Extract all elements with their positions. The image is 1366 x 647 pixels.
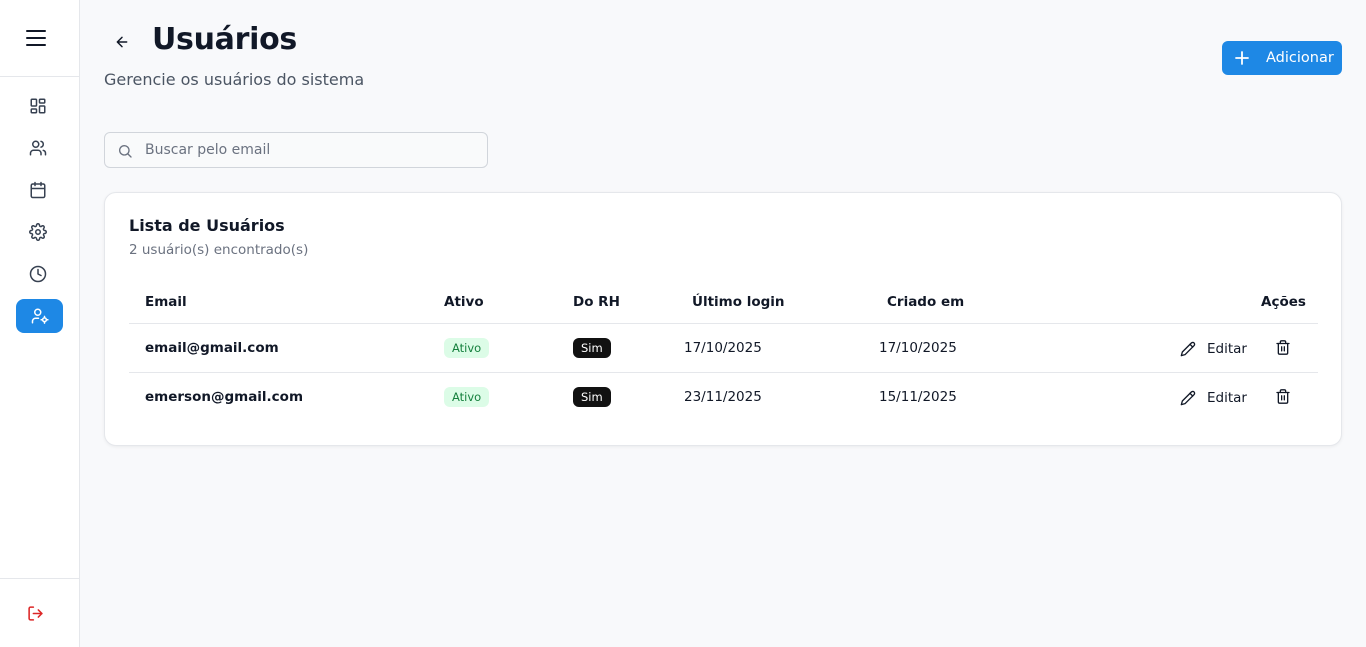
sidebar-item-history[interactable] (14, 257, 61, 291)
status-badge: Ativo (444, 387, 490, 407)
table-header: Email Ativo Do RH Último login Criado em… (129, 283, 1318, 324)
search-input[interactable] (105, 133, 487, 167)
sidebar (0, 0, 80, 647)
clock-icon (29, 265, 47, 283)
pencil-icon (1180, 341, 1196, 357)
hr-badge: Sim (573, 387, 611, 407)
sidebar-item-user-management[interactable] (16, 299, 63, 333)
table-row: emerson@gmail.com Ativo Sim 23/11/2025 1… (129, 373, 1318, 422)
users-card: Lista de Usuários 2 usuário(s) encontrad… (104, 192, 1342, 446)
add-user-button[interactable]: Adicionar (1222, 41, 1342, 75)
table-row: email@gmail.com Ativo Sim 17/10/2025 17/… (129, 324, 1318, 373)
page-title: Usuários (152, 22, 297, 57)
logout-icon (27, 605, 44, 622)
created-at: 17/10/2025 (879, 340, 957, 356)
sidebar-item-dashboard[interactable] (14, 89, 61, 123)
page-subtitle: Gerencie os usuários do sistema (104, 70, 365, 89)
users-count: 2 usuário(s) encontrado(s) (129, 242, 309, 258)
delete-button[interactable] (1275, 339, 1291, 357)
edit-button[interactable]: Editar (1180, 338, 1247, 360)
pencil-icon (1180, 390, 1196, 406)
trash-icon (1275, 388, 1291, 406)
column-header-criado-em[interactable]: Criado em (887, 294, 964, 310)
add-user-button-label: Adicionar (1266, 50, 1334, 66)
column-header-do-rh[interactable]: Do RH (573, 294, 620, 310)
dashboard-grid-icon (29, 97, 47, 115)
sidebar-item-calendar[interactable] (14, 173, 61, 207)
edit-button-label: Editar (1207, 390, 1247, 406)
arrow-left-icon (114, 34, 130, 50)
card-title: Lista de Usuários (129, 216, 285, 235)
user-email: emerson@gmail.com (145, 389, 304, 405)
user-settings-icon (31, 307, 49, 325)
gear-icon (28, 223, 47, 241)
calendar-icon (29, 181, 47, 199)
edit-button[interactable]: Editar (1180, 387, 1247, 409)
logout-button[interactable] (16, 593, 56, 633)
column-header-email[interactable]: Email (145, 294, 187, 310)
menu-toggle-button[interactable] (16, 18, 56, 58)
last-login: 17/10/2025 (684, 340, 762, 356)
search-box (104, 132, 488, 168)
user-email: email@gmail.com (145, 340, 279, 356)
column-header-ultimo-login[interactable]: Último login (692, 294, 785, 310)
sidebar-header (0, 0, 79, 77)
sidebar-nav (16, 89, 63, 341)
back-button[interactable] (108, 28, 136, 56)
edit-button-label: Editar (1207, 341, 1247, 357)
hr-badge: Sim (573, 338, 611, 358)
created-at: 15/11/2025 (879, 389, 957, 405)
status-badge: Ativo (444, 338, 490, 358)
sidebar-footer (0, 578, 79, 647)
trash-icon (1275, 339, 1291, 357)
users-table: Email Ativo Do RH Último login Criado em… (129, 283, 1318, 422)
column-header-acoes: Ações (1261, 294, 1306, 310)
plus-icon (1234, 50, 1250, 66)
last-login: 23/11/2025 (684, 389, 762, 405)
sidebar-item-users[interactable] (14, 131, 61, 165)
users-icon (29, 139, 47, 157)
search-icon (117, 143, 133, 159)
delete-button[interactable] (1275, 388, 1291, 406)
sidebar-item-settings[interactable] (14, 215, 61, 249)
column-header-ativo[interactable]: Ativo (444, 294, 484, 310)
hamburger-menu-icon (25, 29, 46, 47)
